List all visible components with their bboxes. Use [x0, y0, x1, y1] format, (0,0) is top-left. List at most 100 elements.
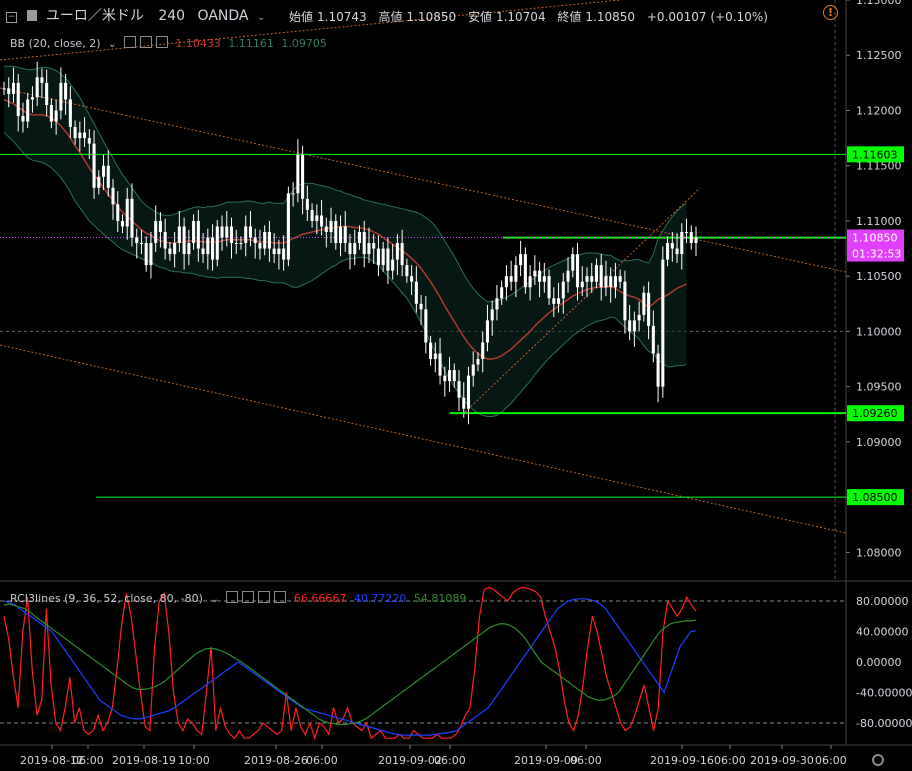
candle-body — [253, 237, 257, 244]
candle-body — [220, 226, 224, 238]
change-value: +0.00107 (+0.10%) — [646, 10, 768, 24]
candle-body — [632, 320, 636, 332]
time-tick-label: 2019-09-02 — [378, 754, 442, 767]
close-icon[interactable] — [274, 591, 287, 603]
candle-body — [45, 82, 49, 105]
candle-body — [381, 248, 385, 266]
collapse-icon[interactable]: − — [6, 12, 17, 23]
candle-body — [618, 276, 622, 282]
rci-tick-label: 0.00000 — [856, 656, 902, 669]
candle-body — [419, 303, 423, 310]
bb-lower-value: 1.09705 — [281, 37, 327, 50]
candle-body — [433, 353, 437, 360]
candle-body — [452, 370, 456, 382]
candle-body — [192, 220, 196, 244]
open-label: 始値 — [289, 10, 314, 24]
candle-body — [476, 359, 480, 365]
candle-body — [267, 232, 271, 249]
settings-gear-icon[interactable] — [872, 754, 884, 766]
candle-body — [481, 342, 485, 360]
candle-body — [196, 220, 200, 249]
candle-body — [689, 232, 693, 244]
close-value: 1.10850 — [585, 10, 636, 24]
symbol-name[interactable]: ユーロ／米ドル — [46, 8, 144, 24]
candle-body — [357, 232, 362, 244]
candle-body — [675, 248, 679, 255]
candle-body — [258, 243, 262, 249]
candle-body — [519, 254, 523, 266]
candle-body — [429, 342, 433, 360]
candle-body — [680, 232, 684, 255]
level-label: 1.08500 — [852, 491, 898, 504]
candle-body — [187, 243, 191, 255]
eye-icon[interactable] — [226, 591, 239, 603]
price-chart[interactable]: 1.130001.125001.120001.115001.110001.105… — [0, 0, 912, 771]
candle-body — [651, 325, 655, 354]
candle-body — [367, 243, 371, 255]
eye-icon[interactable] — [123, 36, 136, 48]
candle-body — [310, 209, 314, 221]
candle-body — [139, 243, 143, 245]
candle-body — [291, 193, 295, 195]
close-icon[interactable] — [155, 36, 168, 48]
candle-body — [647, 292, 651, 326]
interval-label[interactable]: 240 — [158, 8, 185, 24]
candle-body — [509, 276, 513, 282]
candle-body — [144, 243, 148, 266]
high-label: 高値 — [378, 10, 403, 24]
broker-label[interactable]: OANDA — [198, 8, 249, 24]
candle-body — [49, 104, 53, 122]
candle-body — [248, 226, 253, 238]
candle-body — [661, 259, 665, 387]
candle-body — [87, 138, 91, 144]
candle-body — [500, 287, 504, 299]
bb-legend[interactable]: BB (20, close, 2) ⌄ 1.10433 1.11161 1.09… — [10, 36, 331, 50]
open-value: 1.10743 — [317, 10, 367, 24]
candle-body — [149, 243, 153, 266]
rci-title: RCI3lines (9, 36, 52, close, 80, -80) — [10, 592, 203, 605]
candle-body — [206, 237, 210, 255]
lock-icon[interactable] — [258, 591, 271, 603]
candle-body — [395, 243, 399, 260]
candle-body — [59, 82, 63, 111]
chevron-down-icon[interactable]: ⌄ — [257, 12, 265, 23]
candle-body — [566, 270, 570, 282]
rci-tick-label: 80.00000 — [856, 595, 909, 608]
time-tick-label: 06:00 — [72, 754, 104, 767]
candle-body — [538, 270, 542, 282]
candle-body — [343, 226, 347, 244]
bb-title: BB (20, close, 2) — [10, 37, 101, 50]
candle-body — [329, 220, 333, 232]
candle-body — [623, 281, 627, 321]
gear-icon[interactable] — [139, 36, 152, 48]
candle-body — [514, 265, 518, 282]
candle-body — [666, 243, 670, 260]
candle-body — [348, 243, 352, 255]
alert-icon[interactable]: ! — [823, 5, 838, 20]
countdown-label: 01:32:53 — [852, 248, 901, 261]
time-tick-label: 2019-08-19 — [112, 754, 176, 767]
candle-body — [21, 116, 25, 122]
candle-body — [286, 193, 290, 260]
time-tick-label: 2019-08-26 — [244, 754, 308, 767]
candle-body — [338, 226, 343, 244]
time-tick-label: 2019-09-16 — [650, 754, 714, 767]
current-price-label: 1.10850 — [852, 232, 898, 245]
candle-body — [239, 243, 243, 245]
candle-body — [552, 298, 556, 304]
bb-basis-value: 1.10433 — [175, 37, 221, 50]
candle-body — [35, 77, 39, 98]
candle-body — [670, 243, 674, 249]
candle-body — [173, 243, 177, 255]
candle-body — [362, 232, 366, 255]
chevron-down-icon[interactable]: ⌄ — [210, 594, 218, 605]
bb-upper-value: 1.11161 — [228, 37, 274, 50]
gear-icon[interactable] — [242, 591, 255, 603]
time-tick-label: 10:00 — [178, 754, 210, 767]
price-tick-label: 1.10000 — [856, 325, 902, 338]
candle-body — [471, 364, 475, 376]
chevron-down-icon[interactable]: ⌄ — [108, 39, 116, 50]
candle-body — [400, 243, 404, 266]
price-tick-label: 1.13000 — [856, 0, 902, 7]
rci-legend[interactable]: RCI3lines (9, 36, 52, close, 80, -80) ⌄ … — [10, 591, 470, 605]
